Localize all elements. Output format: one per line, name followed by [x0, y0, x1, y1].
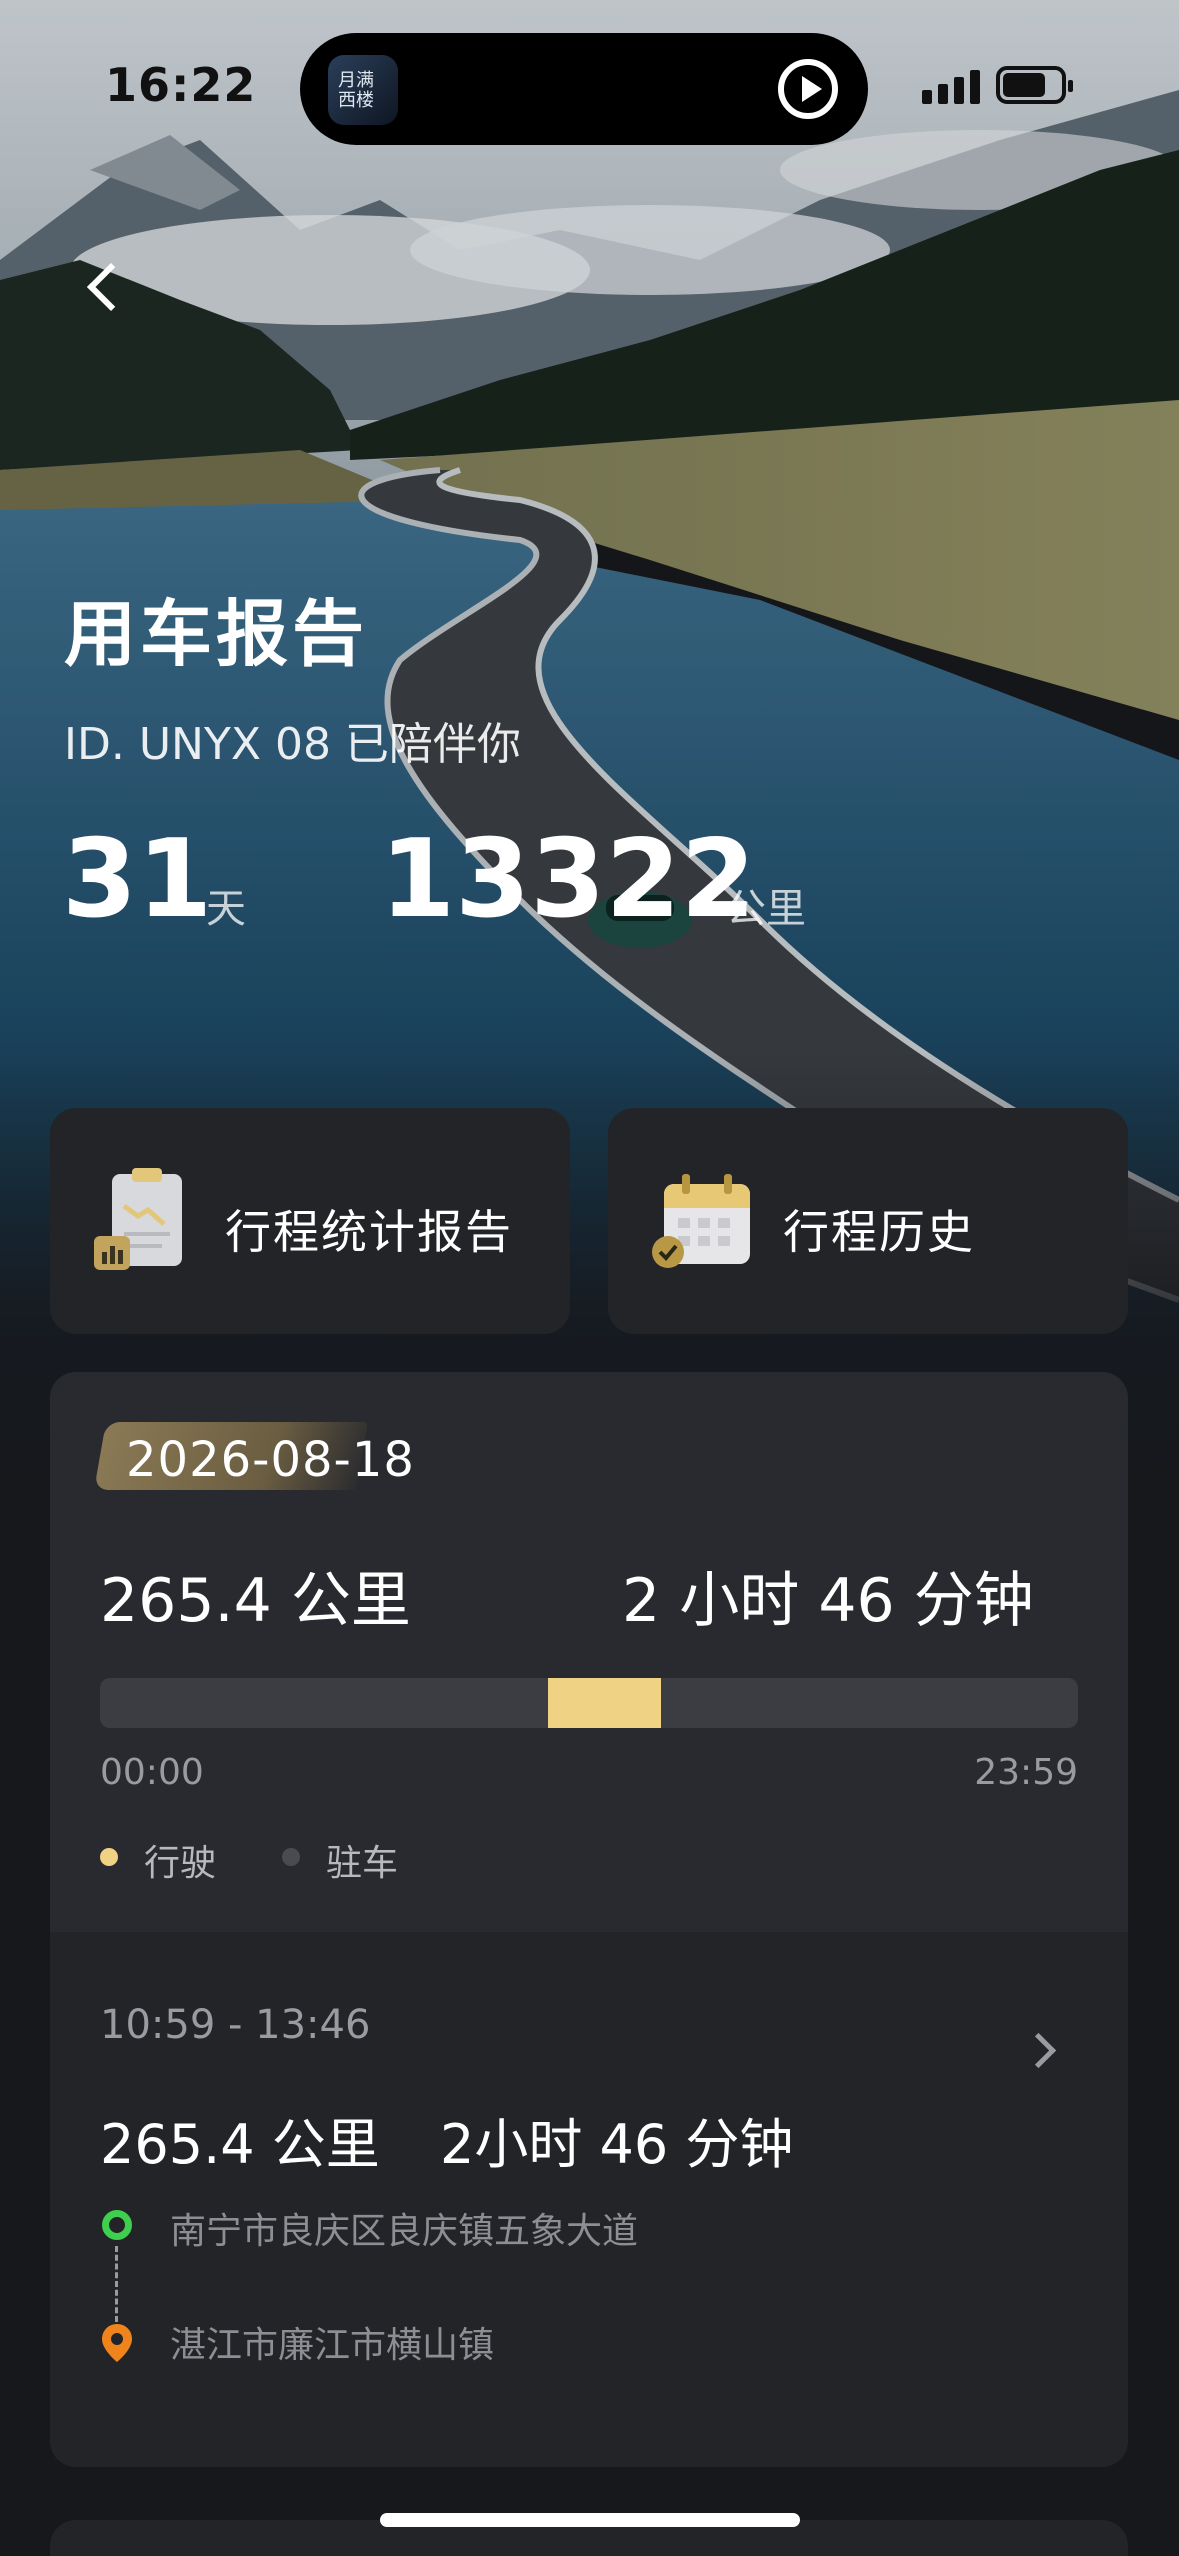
- chevron-right-icon[interactable]: [1018, 2024, 1068, 2074]
- trip-item[interactable]: 10:59 - 13:46 265.4 公里 2小时 46 分钟 南宁市良庆区良…: [50, 1932, 1128, 2467]
- companion-text: ID. UNYX 08 已陪伴你: [64, 719, 521, 770]
- distance-unit: 公里: [726, 886, 806, 932]
- end-address: 湛江市廉江市横山镇: [170, 2325, 495, 2366]
- trip-stats-report-card[interactable]: 行程统计报告: [50, 1108, 570, 1334]
- trip-time-range: 10:59 - 13:46: [100, 2002, 371, 2048]
- legend-parking-dot: [282, 1848, 300, 1866]
- timeline-start-label: 00:00: [100, 1752, 204, 1793]
- page-title: 用车报告: [64, 592, 369, 676]
- trip-distance: 265.4 公里: [100, 2113, 380, 2176]
- days-unit: 天: [206, 886, 246, 932]
- days-value: 31: [62, 817, 213, 942]
- trip-stats-report-label: 行程统计报告: [225, 1205, 513, 1259]
- legend-driving-dot: [100, 1848, 118, 1866]
- dynamic-island[interactable]: 月满 西楼: [300, 33, 868, 145]
- legend-parking-label: 驻车: [326, 1843, 399, 1884]
- start-address: 南宁市良庆区良庆镇五象大道: [170, 2211, 639, 2252]
- distance-value: 13322: [380, 817, 756, 942]
- day-record-card: 2026-08-18 265.4 公里 2 小时 46 分钟 00:00 23:…: [50, 1372, 1128, 2467]
- day-total-duration: 2 小时 46 分钟: [622, 1566, 1034, 1636]
- day-total-distance: 265.4 公里: [100, 1566, 411, 1636]
- signal-icon: [922, 68, 982, 104]
- timeline-end-label: 23:59: [974, 1752, 1078, 1793]
- route-connector: [115, 2246, 118, 2322]
- calendar-icon: [652, 1174, 750, 1268]
- play-icon[interactable]: [778, 59, 838, 119]
- battery-icon: [996, 66, 1073, 104]
- day-summary-section: 2026-08-18 265.4 公里 2 小时 46 分钟 00:00 23:…: [50, 1372, 1128, 1932]
- home-indicator[interactable]: [380, 2513, 800, 2527]
- driving-segment: [547, 1678, 662, 1728]
- trip-duration: 2小时 46 分钟: [440, 2113, 794, 2176]
- status-time: 16:22: [105, 58, 257, 112]
- start-location-icon: [102, 2210, 132, 2240]
- now-playing-app-icon[interactable]: 月满 西楼: [328, 55, 398, 125]
- end-location-icon: [102, 2324, 132, 2362]
- legend-driving-label: 行驶: [144, 1843, 217, 1884]
- trip-history-label: 行程历史: [783, 1205, 975, 1259]
- report-clipboard-icon: [94, 1168, 182, 1270]
- day-timeline-bar: [100, 1678, 1078, 1728]
- chevron-left-icon[interactable]: [80, 255, 140, 315]
- date-text: 2026-08-18: [126, 1432, 415, 1488]
- trip-history-card[interactable]: 行程历史: [608, 1108, 1128, 1334]
- island-app-text: 月满 西楼: [338, 70, 374, 111]
